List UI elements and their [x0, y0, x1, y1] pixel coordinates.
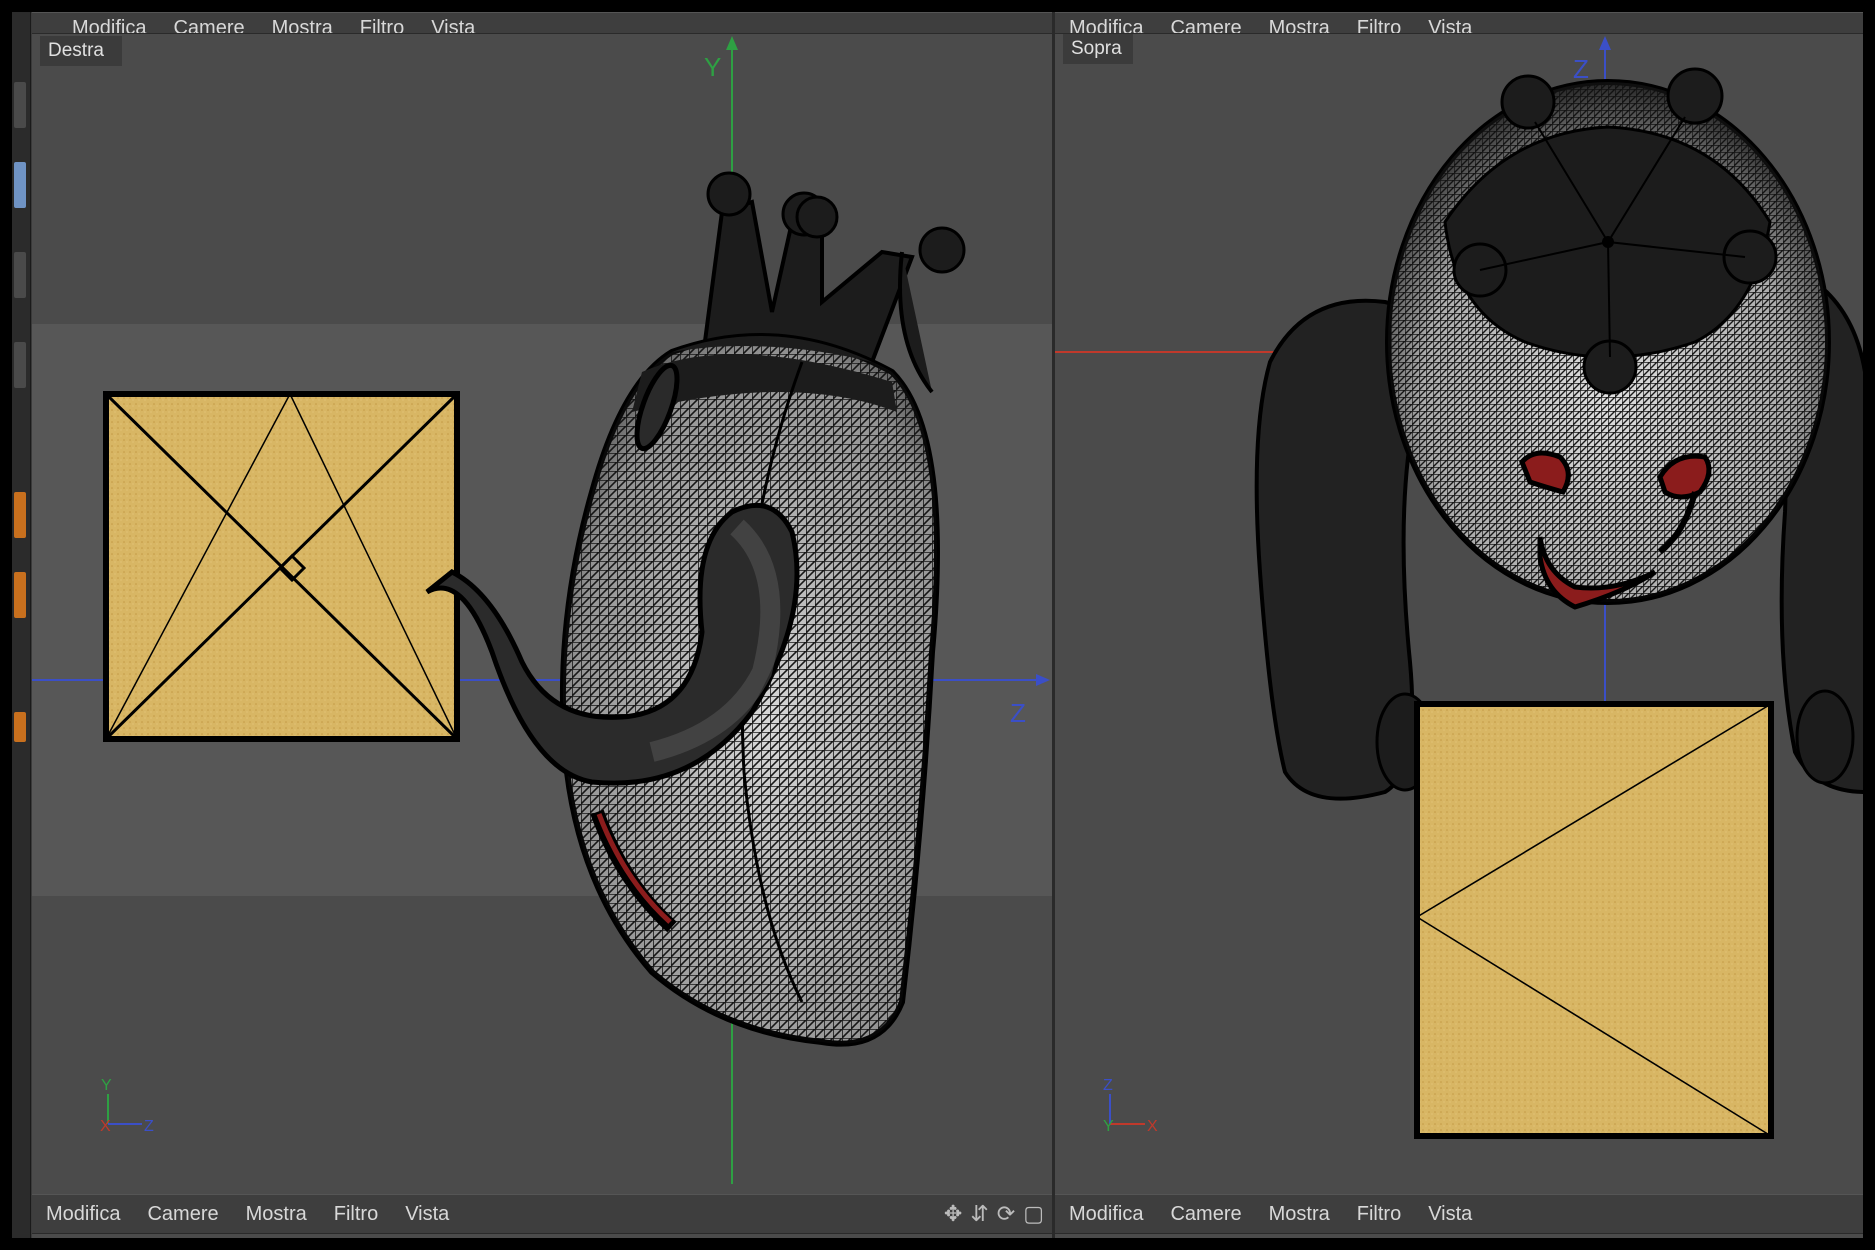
menu-modifica[interactable]: Modifica: [1069, 1203, 1143, 1226]
menu-mostra[interactable]: Mostra: [246, 1203, 307, 1226]
tool-icon[interactable]: [14, 572, 26, 618]
gizmo-label-z: Z: [144, 1118, 154, 1135]
move-icon[interactable]: ✥: [944, 1201, 962, 1227]
axis-label-y: Y: [704, 52, 721, 82]
tool-icon[interactable]: [14, 342, 26, 388]
z-axis-arrow: [1599, 36, 1611, 50]
axis-gizmo: Z Y X: [1103, 1077, 1158, 1135]
zoom-icon[interactable]: ⇵: [970, 1201, 988, 1227]
tool-icon[interactable]: [14, 252, 26, 298]
cube-object[interactable]: [103, 391, 460, 742]
app-frame: Modifica Camere Mostra Filtro Vista Y Z …: [12, 12, 1863, 1238]
tool-strip: [12, 12, 31, 1238]
viewport-label-left[interactable]: Destra: [40, 36, 122, 66]
tool-icon[interactable]: [14, 712, 26, 742]
gizmo-label-x: X: [100, 1118, 111, 1135]
viewport-menubar-bottom: Modifica Camere Mostra Filtro Vista: [1055, 1194, 1863, 1234]
axis-label-z: Z: [1573, 54, 1589, 84]
menu-vista[interactable]: Vista: [1428, 1203, 1472, 1226]
menu-filtro[interactable]: Filtro: [1357, 1203, 1401, 1226]
viewport-label-right[interactable]: Sopra: [1063, 34, 1133, 64]
viewport-right-side[interactable]: Modifica Camere Mostra Filtro Vista Y Z …: [32, 12, 1052, 1238]
viewport-scene-right[interactable]: Z Z Y X: [1055, 12, 1863, 1194]
menu-camere[interactable]: Camere: [147, 1203, 218, 1226]
gizmo-label-y: Y: [1103, 1118, 1114, 1135]
tool-icon[interactable]: [14, 492, 26, 538]
viewport-menubar-bottom: Modifica Camere Mostra Filtro Vista ✥ ⇵ …: [32, 1194, 1052, 1234]
cube-object[interactable]: [1414, 701, 1774, 1139]
gizmo-label-x: X: [1147, 1118, 1158, 1135]
character-head-mesh[interactable]: [1385, 67, 1831, 610]
menu-camere[interactable]: Camere: [1170, 1203, 1241, 1226]
menu-vista[interactable]: Vista: [405, 1203, 449, 1226]
maximize-icon[interactable]: ▢: [1023, 1201, 1044, 1227]
viewport-scene-left[interactable]: Y Z Y X Z: [32, 12, 1052, 1194]
viewport-nav-icons: ✥ ⇵ ⟳ ▢: [944, 1195, 1044, 1233]
viewport-top[interactable]: Modifica Camere Mostra Filtro Vista Z Z …: [1055, 12, 1863, 1238]
tool-icon-active[interactable]: [14, 162, 26, 208]
menu-modifica[interactable]: Modifica: [46, 1203, 120, 1226]
gizmo-label-y: Y: [101, 1077, 112, 1094]
tool-icon[interactable]: [14, 82, 26, 128]
rotate-icon[interactable]: ⟳: [997, 1201, 1015, 1227]
menu-filtro[interactable]: Filtro: [334, 1203, 378, 1226]
menu-mostra[interactable]: Mostra: [1269, 1203, 1330, 1226]
y-axis-arrow: [726, 36, 738, 50]
gizmo-label-z: Z: [1103, 1077, 1113, 1094]
axis-gizmo: Y X Z: [100, 1077, 154, 1135]
axis-label-z: Z: [1010, 698, 1026, 728]
